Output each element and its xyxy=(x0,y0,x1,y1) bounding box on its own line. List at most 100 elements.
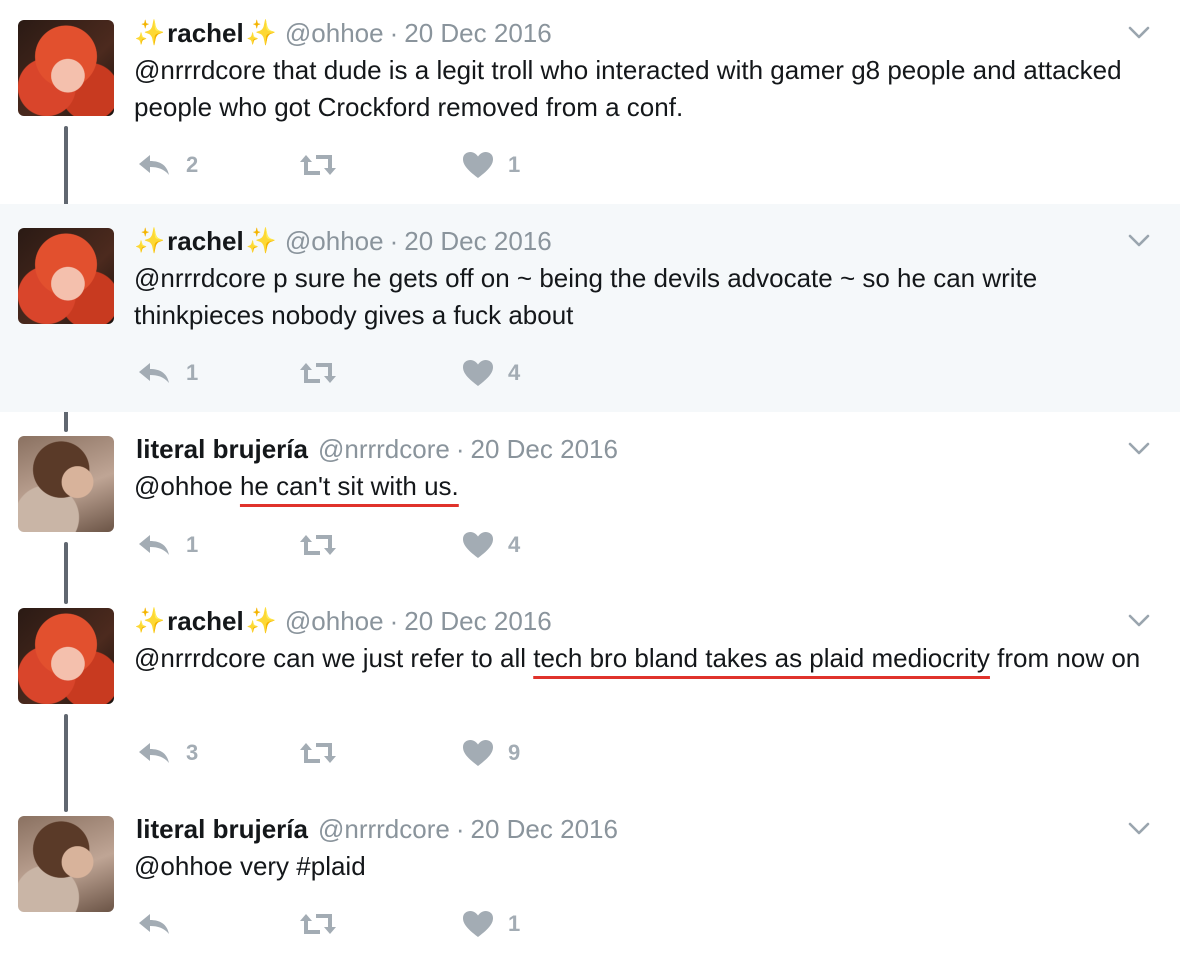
reply-count: 2 xyxy=(186,152,199,177)
like-count: 1 xyxy=(508,152,521,177)
separator-dot: · xyxy=(389,225,399,256)
display-name[interactable]: rachel xyxy=(167,226,244,257)
like-count: 4 xyxy=(508,360,521,385)
tweet-header: literal brujería @nrrrdcore · 20 Dec 201… xyxy=(134,812,618,846)
tweet-date[interactable]: 20 Dec 2016 xyxy=(471,814,618,845)
conversation-thread: ✨ rachel ✨ @ohhoe · 20 Dec 2016 @nrrrdco… xyxy=(0,0,1180,958)
separator-dot: · xyxy=(389,605,399,636)
reply-button[interactable]: 2 xyxy=(136,145,198,185)
chevron-down-icon[interactable] xyxy=(1128,234,1150,248)
heart-icon xyxy=(463,532,493,558)
chevron-down-icon[interactable] xyxy=(1128,26,1150,40)
tweet-date[interactable]: 20 Dec 2016 xyxy=(404,226,551,257)
tweet-header: ✨ rachel ✨ @ohhoe · 20 Dec 2016 xyxy=(134,224,552,258)
tweet-text: @nrrrdcore p sure he gets off on ~ being… xyxy=(134,260,1144,334)
mention-link[interactable]: @ohhoe xyxy=(134,471,233,501)
reply-icon xyxy=(139,914,169,934)
mention-link[interactable]: @ohhoe xyxy=(134,851,233,881)
sparkle-icon: ✨ xyxy=(134,606,166,635)
reply-icon xyxy=(139,535,169,555)
display-name[interactable]: literal brujería xyxy=(136,814,308,845)
retweet-button[interactable] xyxy=(298,525,352,565)
user-handle[interactable]: @ohhoe xyxy=(285,226,384,257)
tweet-text: @ohhoe he can't sit with us. xyxy=(134,468,1144,505)
separator-dot: · xyxy=(455,813,465,844)
tweet-date[interactable]: 20 Dec 2016 xyxy=(404,18,551,49)
tweet[interactable]: ✨ rachel ✨ @ohhoe · 20 Dec 2016 @nrrrdco… xyxy=(0,0,1180,204)
tweet-date[interactable]: 20 Dec 2016 xyxy=(471,434,618,465)
reply-button[interactable]: 3 xyxy=(136,733,198,773)
like-button[interactable]: 1 xyxy=(462,145,520,185)
display-name[interactable]: rachel xyxy=(167,606,244,637)
mention-link[interactable]: @nrrrdcore xyxy=(134,643,266,673)
avatar[interactable] xyxy=(18,228,114,324)
heart-icon xyxy=(463,740,493,766)
avatar[interactable] xyxy=(18,20,114,116)
chevron-down-icon[interactable] xyxy=(1128,442,1150,456)
reply-icon xyxy=(139,155,169,175)
chevron-down-icon[interactable] xyxy=(1128,822,1150,836)
like-button[interactable]: 1 xyxy=(462,904,520,944)
tweet-text: @ohhoe very #plaid xyxy=(134,848,1144,885)
reply-count: 3 xyxy=(186,740,199,765)
sparkle-icon: ✨ xyxy=(134,226,166,255)
avatar[interactable] xyxy=(18,816,114,912)
like-button[interactable]: 9 xyxy=(462,733,520,773)
tweet-header: literal brujería @nrrrdcore · 20 Dec 201… xyxy=(134,432,618,466)
tweet-actions: 3 9 xyxy=(134,733,634,773)
like-button[interactable]: 4 xyxy=(462,353,520,393)
user-handle[interactable]: @nrrrdcore xyxy=(318,814,450,845)
retweet-button[interactable] xyxy=(298,353,352,393)
user-handle[interactable]: @ohhoe xyxy=(285,18,384,49)
tweet-actions: 2 1 xyxy=(134,145,634,185)
sparkle-icon: ✨ xyxy=(245,18,277,47)
underlined-text: tech bro bland takes as plaid mediocrity xyxy=(533,643,990,673)
tweet[interactable]: literal brujería @nrrrdcore · 20 Dec 201… xyxy=(0,792,1180,958)
underlined-text: he can't sit with us. xyxy=(239,471,459,501)
retweet-icon xyxy=(300,743,336,763)
avatar[interactable] xyxy=(18,436,114,532)
tweet-text: @nrrrdcore can we just refer to all tech… xyxy=(134,640,1144,677)
display-name[interactable]: literal brujería xyxy=(136,434,308,465)
reply-button[interactable] xyxy=(136,904,186,944)
sparkle-icon: ✨ xyxy=(134,18,166,47)
mention-link[interactable]: @nrrrdcore xyxy=(134,263,266,293)
like-count: 4 xyxy=(508,532,521,557)
retweet-button[interactable] xyxy=(298,733,352,773)
like-count: 1 xyxy=(508,911,521,936)
tweet-date[interactable]: 20 Dec 2016 xyxy=(404,606,551,637)
tweet-focused[interactable]: ✨ rachel ✨ @ohhoe · 20 Dec 2016 @nrrrdco… xyxy=(0,204,1180,412)
heart-icon xyxy=(463,911,493,937)
like-count: 9 xyxy=(508,740,521,765)
sparkle-icon: ✨ xyxy=(245,606,277,635)
separator-dot: · xyxy=(389,17,399,48)
tweet[interactable]: ✨ rachel ✨ @ohhoe · 20 Dec 2016 @nrrrdco… xyxy=(0,584,1180,792)
reply-icon xyxy=(139,743,169,763)
chevron-down-icon[interactable] xyxy=(1128,614,1150,628)
retweet-button[interactable] xyxy=(298,145,352,185)
reply-icon xyxy=(139,363,169,383)
tweet-text-content: p sure he gets off on ~ being the devils… xyxy=(134,263,1038,330)
retweet-icon xyxy=(300,535,336,555)
tweet-actions: 1 4 xyxy=(134,525,634,565)
reply-button[interactable]: 1 xyxy=(136,525,198,565)
user-handle[interactable]: @ohhoe xyxy=(285,606,384,637)
tweet-actions: 1 xyxy=(134,904,634,944)
display-name[interactable]: rachel xyxy=(167,18,244,49)
heart-icon xyxy=(463,152,493,178)
user-handle[interactable]: @nrrrdcore xyxy=(318,434,450,465)
tweet[interactable]: literal brujería @nrrrdcore · 20 Dec 201… xyxy=(0,412,1180,584)
sparkle-icon: ✨ xyxy=(245,226,277,255)
heart-icon xyxy=(463,360,493,386)
mention-link[interactable]: @nrrrdcore xyxy=(134,55,266,85)
retweet-icon xyxy=(300,155,336,175)
retweet-button[interactable] xyxy=(298,904,352,944)
like-button[interactable]: 4 xyxy=(462,525,520,565)
reply-button[interactable]: 1 xyxy=(136,353,198,393)
separator-dot: · xyxy=(455,433,465,464)
tweet-header: ✨ rachel ✨ @ohhoe · 20 Dec 2016 xyxy=(134,16,552,50)
reply-count: 1 xyxy=(186,532,199,557)
tweet-text-content: that dude is a legit troll who interacte… xyxy=(134,55,1122,122)
tweet-text: @nrrrdcore that dude is a legit troll wh… xyxy=(134,52,1144,126)
avatar[interactable] xyxy=(18,608,114,704)
